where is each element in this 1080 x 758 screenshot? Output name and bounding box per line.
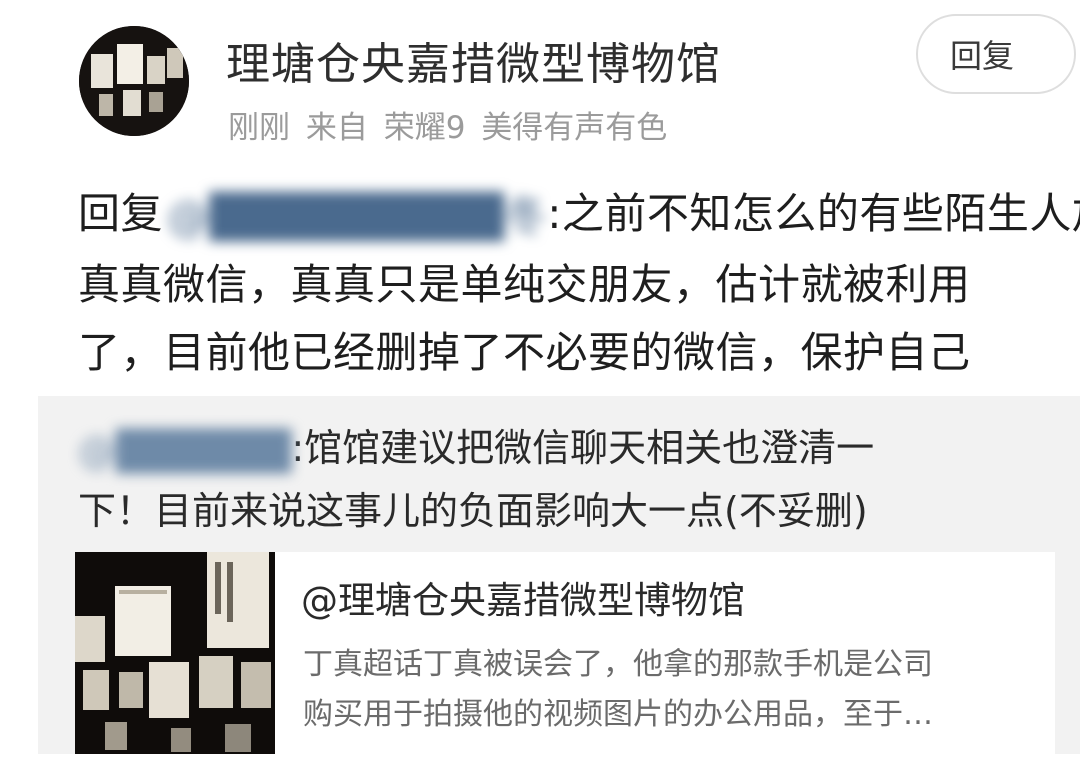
- comment-line-2: 真真微信，真真只是单纯交朋友，估计就被利用: [78, 259, 971, 309]
- comment-line-3: 了，目前他已经删掉了不必要的微信，保护自己: [78, 327, 971, 377]
- device-slogan[interactable]: 美得有声有色: [481, 110, 667, 146]
- link-card[interactable]: @理塘仓央嘉措微型博物馆 丁真超话丁真被误会了，他拿的那款手机是公司 购买用于拍…: [75, 552, 1055, 754]
- post-meta: 刚刚 来自 荣耀9 美得有声有色: [228, 102, 667, 147]
- blurred-mention-link[interactable]: @██████: [78, 421, 291, 481]
- source-prefix: 来自: [305, 110, 368, 146]
- card-desc-line: 丁真超话丁真被误会了，他拿的那款手机是公司: [303, 647, 933, 682]
- reply-button[interactable]: 回复: [916, 14, 1076, 94]
- card-title[interactable]: @理塘仓央嘉措微型博物馆: [301, 570, 745, 624]
- lantern-image: [75, 552, 275, 754]
- avatar[interactable]: [79, 26, 189, 136]
- author-name[interactable]: 理塘仓央嘉措微型博物馆: [226, 28, 721, 92]
- reply-prefix: 回复: [78, 189, 164, 238]
- comment-line-text: :之前不知怎么的有些陌生人加: [547, 189, 1080, 238]
- post-time: 刚刚: [228, 110, 290, 146]
- device-name[interactable]: 荣耀9: [384, 110, 466, 146]
- quoted-line-1: @██████:馆馆建议把微信聊天相关也澄清一: [78, 418, 1058, 481]
- card-thumbnail: [75, 552, 275, 754]
- quoted-line-text: :馆馆建议把微信聊天相关也澄清一: [291, 426, 875, 470]
- comment-line-1: 回复@█████████冬:之前不知怎么的有些陌生人加: [78, 180, 1080, 251]
- comment-text: 回复@█████████冬:之前不知怎么的有些陌生人加 真真微信，真真只是单纯交…: [78, 180, 1080, 387]
- blurred-mention-link[interactable]: @█████████冬: [167, 183, 547, 251]
- lantern-image: [79, 26, 189, 136]
- quoted-line-2: 下！目前来说这事儿的负面影响大一点(不妥删): [78, 488, 868, 533]
- quoted-comment-text: @██████:馆馆建议把微信聊天相关也澄清一 下！目前来说这事儿的负面影响大一…: [78, 418, 1058, 541]
- card-description: 丁真超话丁真被误会了，他拿的那款手机是公司 购买用于拍摄他的视频图片的办公用品，…: [303, 640, 1043, 740]
- card-desc-line: 购买用于拍摄他的视频图片的办公用品，至于…: [303, 697, 933, 732]
